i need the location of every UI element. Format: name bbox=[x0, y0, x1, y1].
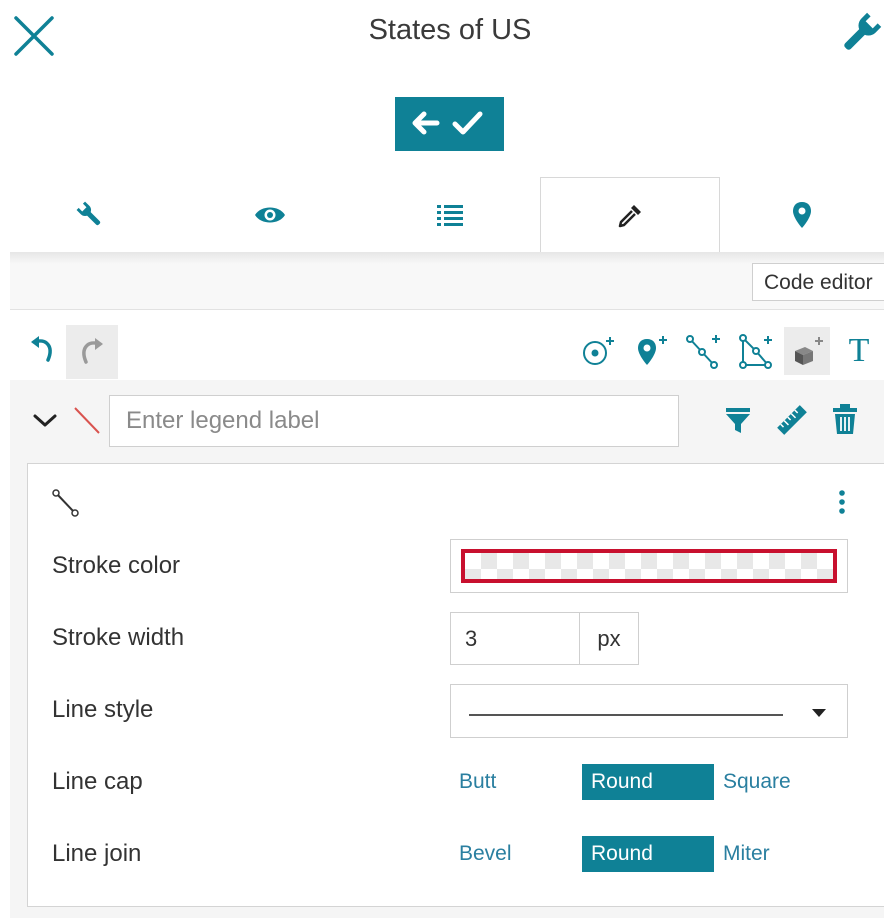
line-symbol-icon bbox=[74, 407, 100, 434]
line-join-round[interactable]: Round bbox=[582, 836, 714, 872]
add-line-tool[interactable] bbox=[681, 327, 727, 375]
add-line-icon bbox=[686, 335, 720, 369]
line-style-label: Line style bbox=[52, 696, 154, 723]
delete-button[interactable] bbox=[828, 398, 862, 440]
tab-bar bbox=[0, 177, 884, 253]
tab-location[interactable] bbox=[720, 177, 884, 253]
add-3d-object-icon bbox=[795, 337, 823, 365]
line-join-miter[interactable]: Miter bbox=[723, 836, 841, 872]
more-vertical-icon bbox=[839, 490, 845, 514]
undo-icon bbox=[31, 336, 52, 362]
add-point-tool[interactable] bbox=[628, 327, 674, 375]
divider bbox=[10, 309, 884, 310]
redo-icon bbox=[82, 338, 103, 364]
line-cap-round[interactable]: Round bbox=[582, 764, 714, 800]
stroke-width-input[interactable] bbox=[450, 612, 580, 665]
eye-icon bbox=[255, 207, 285, 223]
text-tool[interactable]: T bbox=[836, 327, 882, 375]
map-pin-icon bbox=[793, 202, 811, 228]
redo-button[interactable] bbox=[66, 325, 118, 379]
chevron-down-icon bbox=[33, 414, 57, 427]
trash-icon bbox=[833, 404, 857, 434]
tab-view[interactable] bbox=[180, 177, 360, 253]
line-cap-square[interactable]: Square bbox=[723, 764, 841, 800]
settings-button[interactable] bbox=[836, 10, 884, 58]
tab-list[interactable] bbox=[360, 177, 540, 253]
text-icon: T bbox=[848, 332, 870, 369]
line-style-select[interactable] bbox=[450, 684, 848, 738]
add-circle-icon bbox=[583, 337, 614, 365]
add-polygon-tool[interactable] bbox=[733, 327, 779, 375]
line-cap-label: Line cap bbox=[52, 768, 143, 795]
wrench-icon bbox=[844, 12, 882, 50]
line-style-preview bbox=[469, 714, 783, 716]
add-point-icon bbox=[638, 336, 667, 365]
line-join-bevel[interactable]: Bevel bbox=[459, 836, 577, 872]
back-apply-button[interactable] bbox=[395, 97, 504, 151]
more-options-button[interactable] bbox=[832, 486, 852, 522]
filter-button[interactable] bbox=[722, 400, 754, 440]
arrow-left-check-icon bbox=[412, 111, 483, 135]
stroke-color-label: Stroke color bbox=[52, 552, 181, 579]
add-3d-object-tool[interactable] bbox=[784, 327, 830, 375]
caret-down-icon bbox=[812, 709, 826, 717]
add-polygon-icon bbox=[739, 334, 772, 369]
legend-label-input[interactable] bbox=[109, 395, 679, 447]
line-symbol bbox=[50, 487, 84, 521]
line-join-label: Line join bbox=[52, 840, 142, 867]
wrench-icon bbox=[76, 201, 101, 226]
list-icon bbox=[437, 205, 463, 226]
eyedropper-icon bbox=[618, 204, 641, 227]
code-editor-button[interactable]: Code editor bbox=[752, 263, 884, 301]
undo-button[interactable] bbox=[26, 330, 60, 370]
stroke-width-unit: px bbox=[579, 612, 639, 665]
collapse-button[interactable] bbox=[30, 405, 60, 435]
tab-settings[interactable] bbox=[0, 177, 180, 253]
ruler-icon bbox=[777, 405, 807, 435]
measure-button[interactable] bbox=[772, 400, 812, 440]
filter-icon bbox=[726, 408, 750, 433]
legend-line-swatch bbox=[70, 402, 104, 438]
add-circle-tool[interactable] bbox=[574, 327, 620, 375]
page-title: States of US bbox=[368, 14, 532, 46]
tab-style[interactable] bbox=[540, 177, 720, 253]
line-cap-butt[interactable]: Butt bbox=[459, 764, 577, 800]
line-symbol-icon bbox=[52, 489, 79, 517]
color-swatch bbox=[461, 549, 837, 583]
stroke-color-picker[interactable] bbox=[450, 539, 848, 593]
stroke-width-label: Stroke width bbox=[52, 624, 185, 651]
